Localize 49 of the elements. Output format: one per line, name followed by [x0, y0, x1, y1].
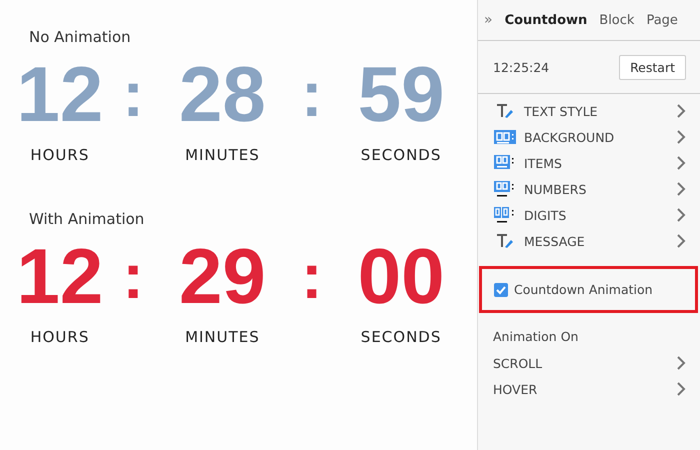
colon-separator: : [300, 57, 324, 132]
countdown-number: 29 [179, 234, 266, 318]
chevron-right-icon [677, 156, 686, 170]
unit-label: SECONDS [360, 146, 442, 164]
chevron-right-icon [677, 356, 686, 370]
chevron-right-icon [677, 104, 686, 118]
animation-trigger-item[interactable]: HOVER [493, 382, 677, 396]
number-block-icon [494, 180, 516, 198]
restart-button[interactable]: Restart [619, 54, 686, 80]
unit-label: MINUTES [185, 146, 260, 164]
panel-tab[interactable]: Block [599, 12, 634, 28]
timer-title: No Animation [29, 28, 132, 46]
collapse-icon[interactable]: » [484, 12, 493, 28]
panel-tab[interactable]: Page [646, 12, 678, 28]
unit-label: SECONDS [360, 328, 442, 346]
chevron-right-icon [677, 182, 686, 196]
chevron-right-icon [677, 130, 686, 144]
chevron-right-icon [677, 208, 686, 222]
timer-title: With Animation [29, 210, 146, 228]
countdown-number: 00 [358, 234, 444, 318]
settings-item[interactable]: TEXT STYLE [524, 104, 677, 118]
current-time: 12:25:24 [493, 60, 550, 74]
colon-separator: : [121, 57, 145, 132]
settings-item[interactable]: ITEMS [524, 156, 677, 170]
animation-trigger-item[interactable]: SCROLL [493, 356, 677, 370]
text-style-icon [494, 233, 516, 249]
countdown-number: 28 [179, 52, 266, 136]
section-title: Animation On [492, 328, 580, 346]
colon-separator: : [300, 239, 324, 314]
countdown-number: 59 [358, 52, 444, 136]
number-block-icon [494, 129, 516, 145]
settings-item[interactable]: BACKGROUND [524, 130, 677, 144]
number-block-icon [494, 154, 516, 172]
checkbox[interactable] [494, 282, 508, 296]
checkbox-label: Countdown Animation [514, 282, 653, 297]
countdown-number: 12 [16, 234, 104, 318]
settings-item[interactable]: DIGITS [524, 208, 677, 222]
chevron-right-icon [677, 234, 686, 248]
chevron-right-icon [677, 382, 686, 396]
countdown-number: 12 [16, 52, 104, 136]
settings-item[interactable]: NUMBERS [524, 182, 677, 196]
panel-tab[interactable]: Countdown [504, 12, 588, 28]
unit-label: HOURS [30, 328, 90, 346]
settings-item[interactable]: MESSAGE [524, 234, 677, 248]
unit-label: HOURS [30, 146, 90, 164]
text-style-icon [494, 103, 516, 119]
colon-separator: : [121, 239, 145, 314]
unit-label: MINUTES [185, 328, 260, 346]
digit-blocks-icon [494, 206, 516, 224]
